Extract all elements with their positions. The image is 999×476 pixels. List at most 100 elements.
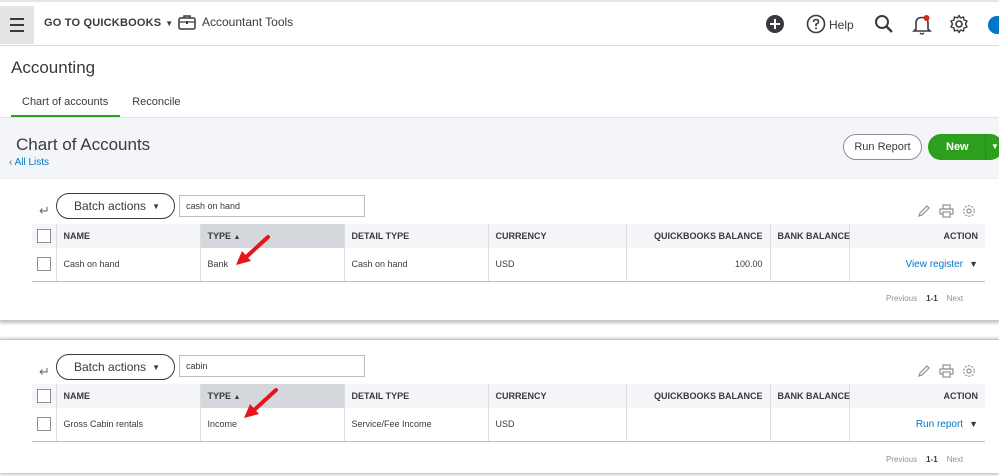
edit-pencil-icon[interactable] [917,204,931,218]
edit-pencil-icon[interactable] [917,364,931,378]
all-lists-label: All Lists [14,157,50,168]
run-report-link[interactable]: Run report [916,419,963,430]
top-navigation-bar: GO TO QUICKBOOKS ▼ Accountant Tools Help [0,0,999,46]
column-header-currency[interactable]: CURRENCY [488,384,627,408]
pagination-range: 1-1 [926,294,938,303]
help-icon[interactable] [806,14,826,34]
cell-detail-type: Service/Fee Income [344,408,489,442]
cell-currency: USD [488,408,627,442]
table-header-row: NAME TYPE ▲ DETAIL TYPE CURRENCY QUICKBO… [32,384,985,408]
annotation-arrow-icon [236,235,270,265]
plus-create-icon[interactable] [765,14,785,34]
cell-detail-type: Cash on hand [344,248,489,282]
settings-gear-icon[interactable] [962,364,976,378]
select-all-cell [32,384,57,408]
accounts-panel-cash-on-hand: ↵ Batch actions ▼ cash on hand NAME TYPE… [0,179,999,321]
row-select-cell [32,248,57,282]
select-all-checkbox[interactable] [37,229,51,243]
pagination: Previous 1-1 Next [886,294,963,303]
tab-bar: Chart of accounts Reconcile [11,90,193,118]
column-header-action: ACTION [849,224,985,248]
chevron-down-icon[interactable]: ▼ [991,142,999,151]
cell-name: Cash on hand [56,248,201,282]
chevron-down-icon: ▼ [152,202,160,211]
sort-arrow-icon[interactable]: ↵ [39,203,50,219]
cell-currency: USD [488,248,627,282]
chevron-down-icon[interactable]: ▼ [969,419,978,429]
briefcase-icon [178,15,196,30]
tab-chart-of-accounts[interactable]: Chart of accounts [11,90,121,118]
column-header-quickbooks-balance[interactable]: QUICKBOOKS BALANCE [626,224,771,248]
cell-quickbooks-balance [626,408,771,442]
column-header-currency[interactable]: CURRENCY [488,224,627,248]
pagination-next[interactable]: Next [947,294,963,303]
pagination-next[interactable]: Next [947,455,963,464]
notification-bell-icon[interactable] [912,14,932,36]
accountant-tools-label: Accountant Tools [202,15,294,29]
column-header-name[interactable]: NAME [56,384,201,408]
search-input[interactable]: cash on hand [179,195,365,217]
pagination: Previous 1-1 Next [886,455,963,464]
pagination-range: 1-1 [926,455,938,464]
go-to-quickbooks-menu[interactable]: GO TO QUICKBOOKS ▼ [44,17,173,29]
batch-actions-label: Batch actions [74,199,147,213]
accountant-tools-button[interactable]: Accountant Tools [178,14,293,30]
help-label[interactable]: Help [829,18,854,32]
settings-gear-icon[interactable] [962,204,976,218]
gear-icon[interactable] [949,14,969,34]
chevron-down-icon: ▼ [165,19,174,28]
page-title: Accounting [11,58,96,77]
accounts-table: NAME TYPE ▲ DETAIL TYPE CURRENCY QUICKBO… [32,224,985,282]
column-header-action: ACTION [849,384,985,408]
pagination-previous[interactable]: Previous [886,294,917,303]
table-row: Gross Cabin rentals Income Service/Fee I… [32,408,985,442]
accounts-table: NAME TYPE ▲ DETAIL TYPE CURRENCY QUICKBO… [32,384,985,442]
column-header-name[interactable]: NAME [56,224,201,248]
table-tools [917,204,976,218]
cell-type: Bank [200,248,345,282]
run-report-button[interactable]: Run Report [843,134,922,160]
column-header-detail-type[interactable]: DETAIL TYPE [344,384,489,408]
cell-action: Run report ▼ [849,408,985,442]
column-header-detail-type[interactable]: DETAIL TYPE [344,224,489,248]
cell-bank-balance [770,408,850,442]
chevron-left-icon: ‹ [9,157,13,168]
new-button[interactable]: New ▼ [928,134,999,160]
sort-arrow-icon[interactable]: ↵ [39,364,50,380]
print-icon[interactable] [939,364,954,378]
chevron-down-icon[interactable]: ▼ [969,259,978,269]
column-header-quickbooks-balance[interactable]: QUICKBOOKS BALANCE [626,384,771,408]
split-divider [985,134,986,160]
hamburger-menu-icon[interactable] [0,6,34,44]
column-header-type-label: TYPE [207,231,232,241]
tab-reconcile[interactable]: Reconcile [120,90,192,118]
select-all-checkbox[interactable] [37,389,51,403]
batch-actions-label: Batch actions [74,360,147,374]
row-checkbox[interactable] [37,257,51,272]
search-input[interactable]: cabin [179,355,365,377]
chevron-down-icon: ▼ [152,363,160,372]
table-row: Cash on hand Bank Cash on hand USD 100.0… [32,248,985,282]
column-header-bank-balance[interactable]: BANK BALANCE [770,384,850,408]
cell-name: Gross Cabin rentals [56,408,201,442]
row-checkbox[interactable] [37,417,51,432]
user-avatar[interactable] [988,16,999,34]
row-select-cell [32,408,57,442]
annotation-arrow-icon [244,388,278,418]
search-icon[interactable] [874,14,894,34]
batch-actions-button[interactable]: Batch actions ▼ [56,354,175,380]
table-header-row: NAME TYPE ▲ DETAIL TYPE CURRENCY QUICKBO… [32,224,985,248]
batch-actions-button[interactable]: Batch actions ▼ [56,193,175,219]
print-icon[interactable] [939,204,954,218]
column-header-bank-balance[interactable]: BANK BALANCE [770,224,850,248]
column-header-type[interactable]: TYPE ▲ [200,224,345,248]
table-tools [917,364,976,378]
view-register-link[interactable]: View register [905,259,963,270]
go-to-quickbooks-label: GO TO QUICKBOOKS [44,17,162,29]
new-button-label: New [946,141,969,153]
accounts-panel-cabin: ↵ Batch actions ▼ cabin NAME TYPE ▲ DETA… [0,339,999,473]
cell-quickbooks-balance: 100.00 [626,248,771,282]
all-lists-link[interactable]: ‹ All Lists [9,157,49,168]
pagination-previous[interactable]: Previous [886,455,917,464]
cell-action: View register ▼ [849,248,985,282]
